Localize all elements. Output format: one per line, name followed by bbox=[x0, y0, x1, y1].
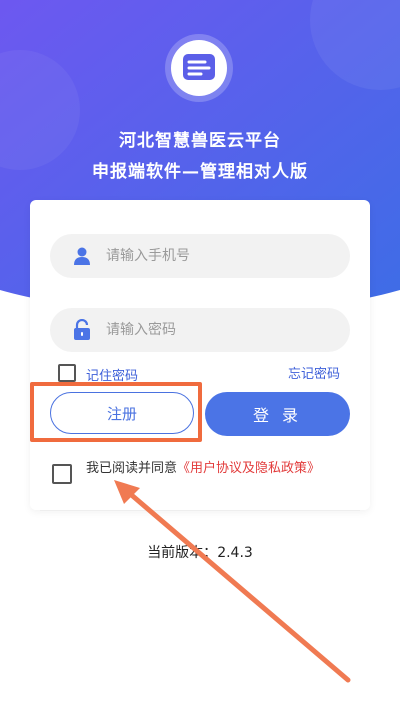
phone-field[interactable] bbox=[50, 234, 350, 278]
app-title-line1: 河北智慧兽医云平台 bbox=[119, 131, 281, 151]
version-info: 当前版本：2.4.3 bbox=[0, 542, 400, 562]
agreement-link[interactable]: 《用户协议及隐私政策》 bbox=[177, 461, 320, 476]
version-value: 2.4.3 bbox=[217, 545, 253, 561]
agreement-label: 我已阅读并同意 bbox=[86, 461, 178, 476]
password-field[interactable] bbox=[50, 308, 350, 352]
forgot-password-link[interactable]: 忘记密码 bbox=[288, 363, 340, 382]
user-icon bbox=[70, 244, 94, 268]
annotation-highlight-box bbox=[30, 382, 202, 442]
password-input[interactable] bbox=[104, 321, 328, 339]
app-title-line2: 申报端软件—管理相对人版 bbox=[92, 162, 308, 182]
divider bbox=[40, 510, 360, 511]
app-logo bbox=[165, 34, 233, 102]
agreement-text: 我已阅读并同意《用户协议及隐私政策》 bbox=[86, 457, 320, 476]
agreement-checkbox[interactable] bbox=[52, 464, 72, 484]
version-label: 当前版本： bbox=[147, 545, 218, 561]
app-logo-icon bbox=[171, 40, 227, 96]
lock-icon bbox=[70, 318, 94, 342]
remember-password-checkbox[interactable] bbox=[58, 364, 76, 382]
login-button[interactable]: 登 录 bbox=[205, 392, 350, 436]
phone-input[interactable] bbox=[104, 247, 328, 265]
